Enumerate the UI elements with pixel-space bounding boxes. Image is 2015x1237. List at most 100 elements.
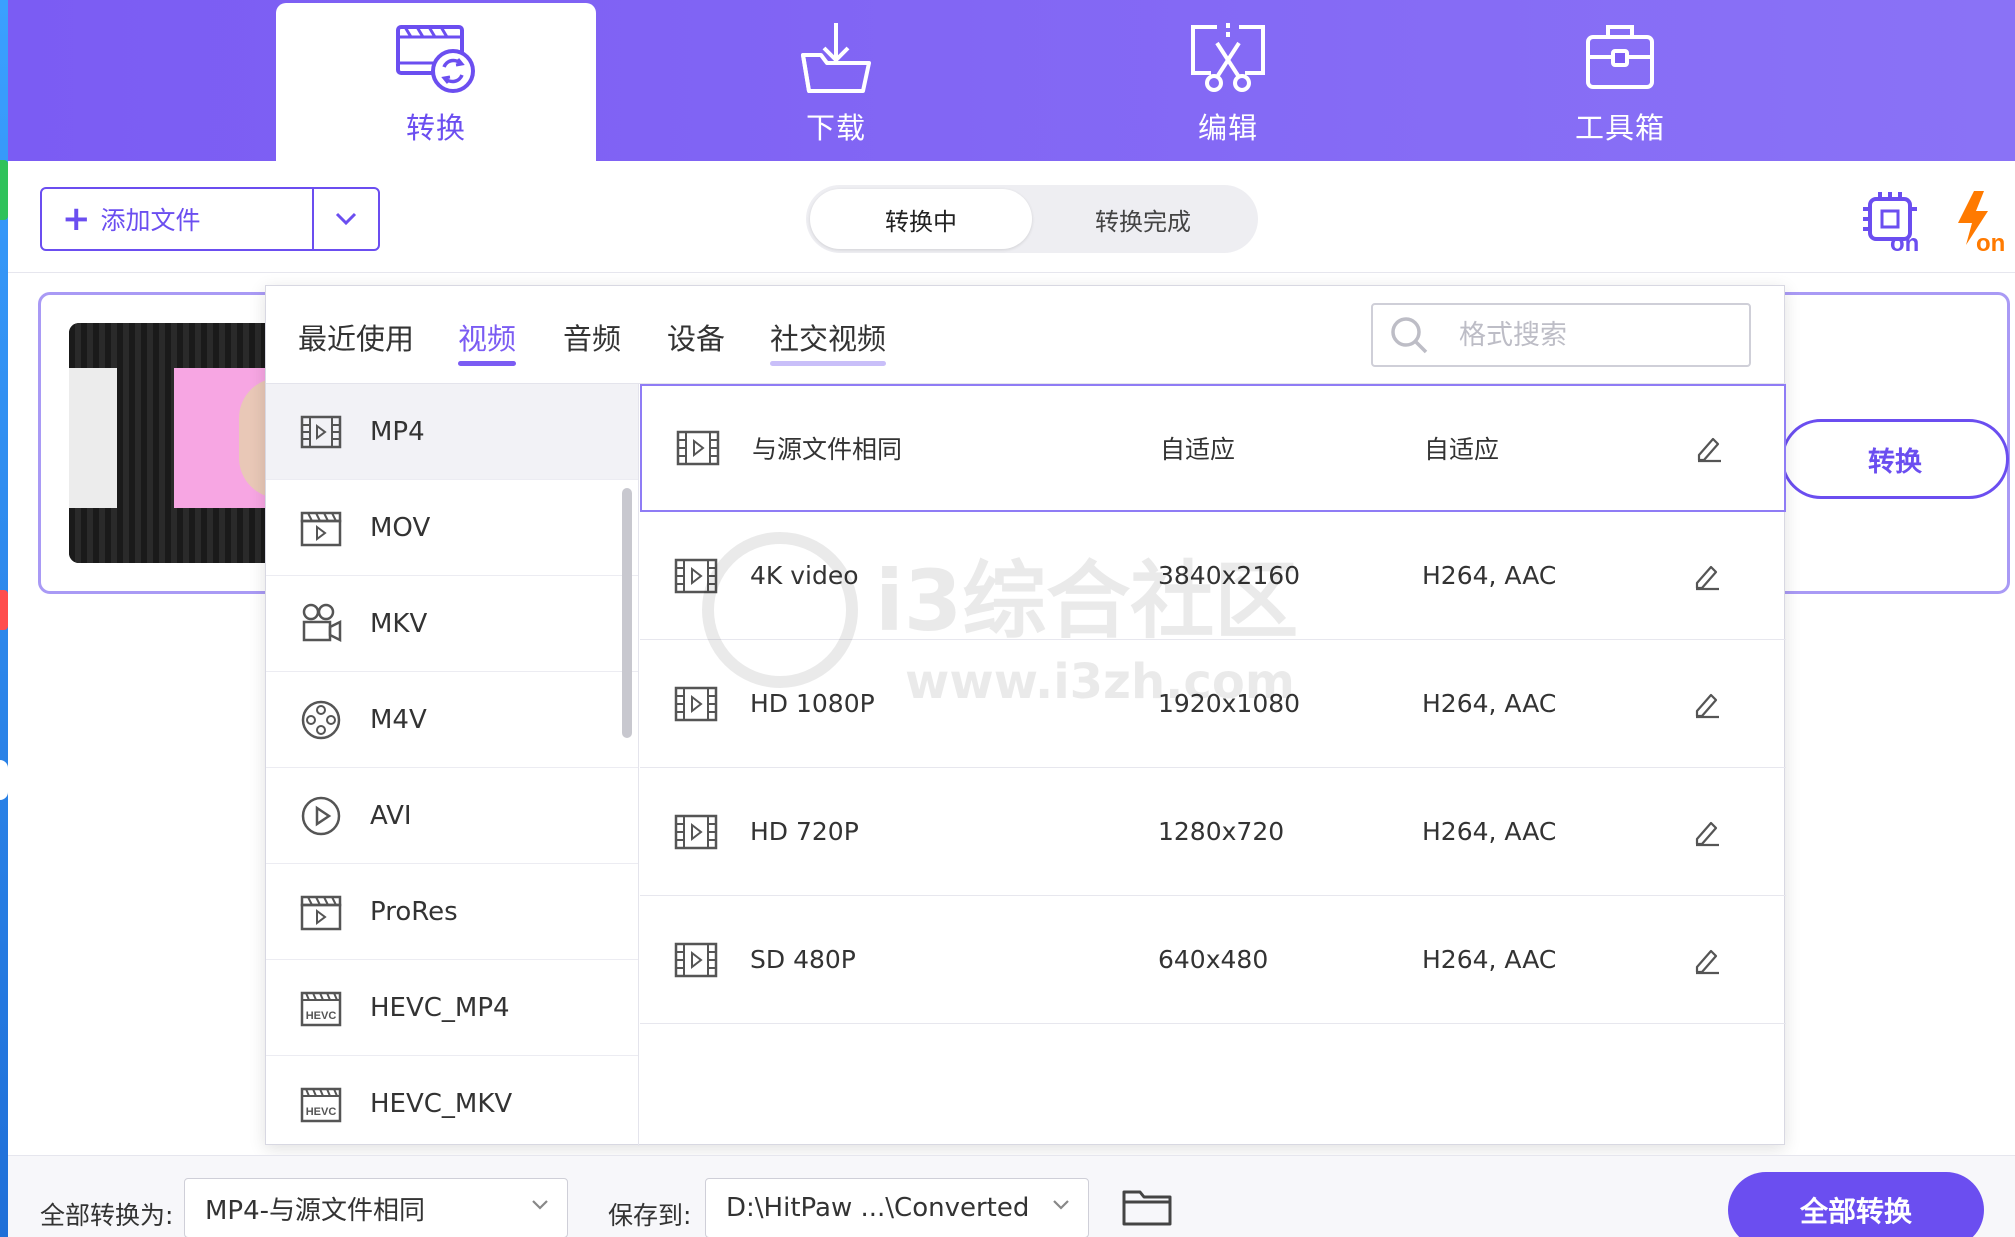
preset-codec: H264, AAC bbox=[1422, 817, 1557, 846]
preset-row-720p[interactable]: HD 720P 1280x720 H264, AAC bbox=[640, 768, 1786, 896]
clapper-icon bbox=[300, 895, 342, 930]
film-icon bbox=[674, 558, 718, 593]
film-icon bbox=[676, 430, 720, 466]
top-nav-bar: 转换 下载 编辑 工具箱 bbox=[8, 0, 2015, 161]
tab-recent[interactable]: 最近使用 bbox=[298, 316, 414, 366]
chevron-down-icon bbox=[532, 1200, 548, 1210]
tab-underline bbox=[458, 361, 517, 366]
tab-video[interactable]: 视频 bbox=[458, 316, 517, 366]
chevron-down-icon bbox=[1053, 1200, 1069, 1210]
format-list: MP4 MOV MKV M4V AVI ProRes HEVC HEVC_MP4… bbox=[266, 384, 639, 1146]
edit-pencil-icon[interactable] bbox=[1692, 689, 1722, 719]
tab-label: 设备 bbox=[667, 322, 726, 356]
preset-row-1080p[interactable]: HD 1080P 1920x1080 H264, AAC bbox=[640, 640, 1786, 768]
format-item-prores[interactable]: ProRes bbox=[266, 864, 638, 960]
play-circle-icon bbox=[301, 796, 341, 835]
format-name: MP4 bbox=[370, 416, 425, 447]
edit-pencil-icon[interactable] bbox=[1694, 433, 1724, 463]
save-to-label: 保存到: bbox=[608, 1201, 692, 1230]
format-search-input[interactable] bbox=[1459, 319, 1739, 351]
film-icon bbox=[674, 942, 718, 977]
format-name: MOV bbox=[370, 512, 431, 543]
thumbnail-frame bbox=[69, 368, 117, 508]
add-file-label: 添加文件 bbox=[100, 206, 201, 235]
lightning-mode-icon[interactable]: on bbox=[1948, 189, 2012, 253]
format-name: AVI bbox=[370, 800, 412, 831]
tab-underline bbox=[298, 361, 414, 366]
preset-row-4k[interactable]: 4K video 3840x2160 H264, AAC bbox=[640, 512, 1786, 640]
edit-pencil-icon[interactable] bbox=[1692, 561, 1722, 591]
tab-convert[interactable]: 转换 bbox=[276, 3, 596, 161]
tab-audio[interactable]: 音频 bbox=[563, 316, 621, 366]
tab-label: 工具箱 bbox=[1574, 111, 1665, 145]
preset-codec: H264, AAC bbox=[1422, 561, 1557, 590]
format-item-mkv[interactable]: MKV bbox=[266, 576, 638, 672]
tab-underline bbox=[667, 361, 725, 366]
hevc-icon: HEVC bbox=[300, 991, 342, 1026]
preset-row-same-as-source[interactable]: 与源文件相同 自适应 自适应 bbox=[640, 384, 1786, 512]
select-value: D:\HitPaw ...\Converted bbox=[726, 1193, 1030, 1223]
edit-pencil-icon[interactable] bbox=[1692, 945, 1722, 975]
edit-pencil-icon[interactable] bbox=[1692, 817, 1722, 847]
svg-text:HEVC: HEVC bbox=[306, 1106, 337, 1118]
format-item-mov[interactable]: MOV bbox=[266, 480, 638, 576]
preset-list: 与源文件相同 自适应 自适应 4K video 3840x2160 H264, … bbox=[640, 384, 1786, 1146]
format-list-scrollbar[interactable] bbox=[622, 488, 632, 738]
preset-name: HD 720P bbox=[750, 817, 859, 846]
tab-converting[interactable]: 转换中 bbox=[810, 189, 1032, 249]
svg-text:HEVC: HEVC bbox=[306, 1010, 337, 1022]
tab-device[interactable]: 设备 bbox=[667, 316, 725, 366]
search-icon bbox=[1391, 317, 1428, 354]
format-name: HEVC_MKV bbox=[370, 1088, 513, 1119]
format-item-hevc-mp4[interactable]: HEVC HEVC_MP4 bbox=[266, 960, 638, 1056]
tab-label: 转换 bbox=[405, 111, 466, 145]
tab-label: 视频 bbox=[458, 322, 517, 356]
format-item-mp4[interactable]: MP4 bbox=[266, 384, 638, 480]
add-file-dropdown[interactable] bbox=[312, 189, 378, 249]
desktop-icon-green bbox=[0, 160, 8, 220]
convert-all-button[interactable]: 全部转换 bbox=[1728, 1172, 1984, 1237]
preset-resolution: 自适应 bbox=[1160, 435, 1236, 464]
preset-resolution: 1280x720 bbox=[1158, 817, 1285, 846]
add-file-button[interactable]: + 添加文件 bbox=[42, 189, 312, 249]
bottom-bar: 全部转换为: MP4-与源文件相同 保存到: D:\HitPaw ...\Con… bbox=[8, 1155, 2015, 1237]
clapper-icon bbox=[300, 511, 342, 546]
preset-resolution: 1920x1080 bbox=[1158, 689, 1301, 718]
preset-codec: 自适应 bbox=[1424, 435, 1500, 464]
tab-underline bbox=[563, 361, 621, 366]
convert-icon bbox=[396, 25, 475, 93]
tab-label: 下载 bbox=[805, 111, 866, 145]
save-to-select[interactable]: D:\HitPaw ...\Converted bbox=[705, 1178, 1089, 1237]
tab-underline bbox=[770, 361, 887, 366]
tab-download[interactable]: 下载 bbox=[676, 0, 996, 161]
convert-button[interactable]: 转换 bbox=[1781, 419, 2009, 499]
format-item-avi[interactable]: AVI bbox=[266, 768, 638, 864]
conversion-status-switch: 转换中 转换完成 bbox=[806, 185, 1258, 253]
on-badge: on bbox=[1890, 230, 1919, 253]
tab-edit[interactable]: 编辑 bbox=[1068, 0, 1388, 161]
desktop-icon-circle bbox=[0, 760, 8, 800]
desktop-icon-red bbox=[0, 590, 8, 630]
format-category-tabs: 最近使用 视频 音频 设备 社交视频 bbox=[266, 286, 1786, 384]
tab-label: 最近使用 bbox=[298, 322, 415, 356]
preset-row-480p[interactable]: SD 480P 640x480 H264, AAC bbox=[640, 896, 1786, 1024]
hardware-acceleration-icon[interactable]: on bbox=[1860, 189, 1924, 253]
film-icon bbox=[674, 814, 718, 849]
tab-converted[interactable]: 转换完成 bbox=[1032, 189, 1254, 249]
open-folder-icon[interactable] bbox=[1122, 1186, 1172, 1226]
desktop-edge bbox=[0, 0, 8, 1237]
format-item-hevc-mkv[interactable]: HEVC HEVC_MKV bbox=[266, 1056, 638, 1146]
preset-name: 4K video bbox=[750, 561, 859, 590]
tab-toolbox[interactable]: 工具箱 bbox=[1460, 0, 1780, 161]
film-icon bbox=[674, 686, 718, 721]
convert-all-to-select[interactable]: MP4-与源文件相同 bbox=[184, 1178, 568, 1237]
camera-icon bbox=[302, 603, 342, 642]
format-name: ProRes bbox=[370, 896, 458, 927]
hevc-icon: HEVC bbox=[300, 1087, 342, 1122]
format-item-m4v[interactable]: M4V bbox=[266, 672, 638, 768]
tab-social-video[interactable]: 社交视频 bbox=[770, 316, 887, 366]
film-icon bbox=[300, 415, 342, 448]
preset-codec: H264, AAC bbox=[1422, 945, 1557, 974]
preset-codec: H264, AAC bbox=[1422, 689, 1557, 718]
preset-name: 与源文件相同 bbox=[752, 435, 903, 464]
